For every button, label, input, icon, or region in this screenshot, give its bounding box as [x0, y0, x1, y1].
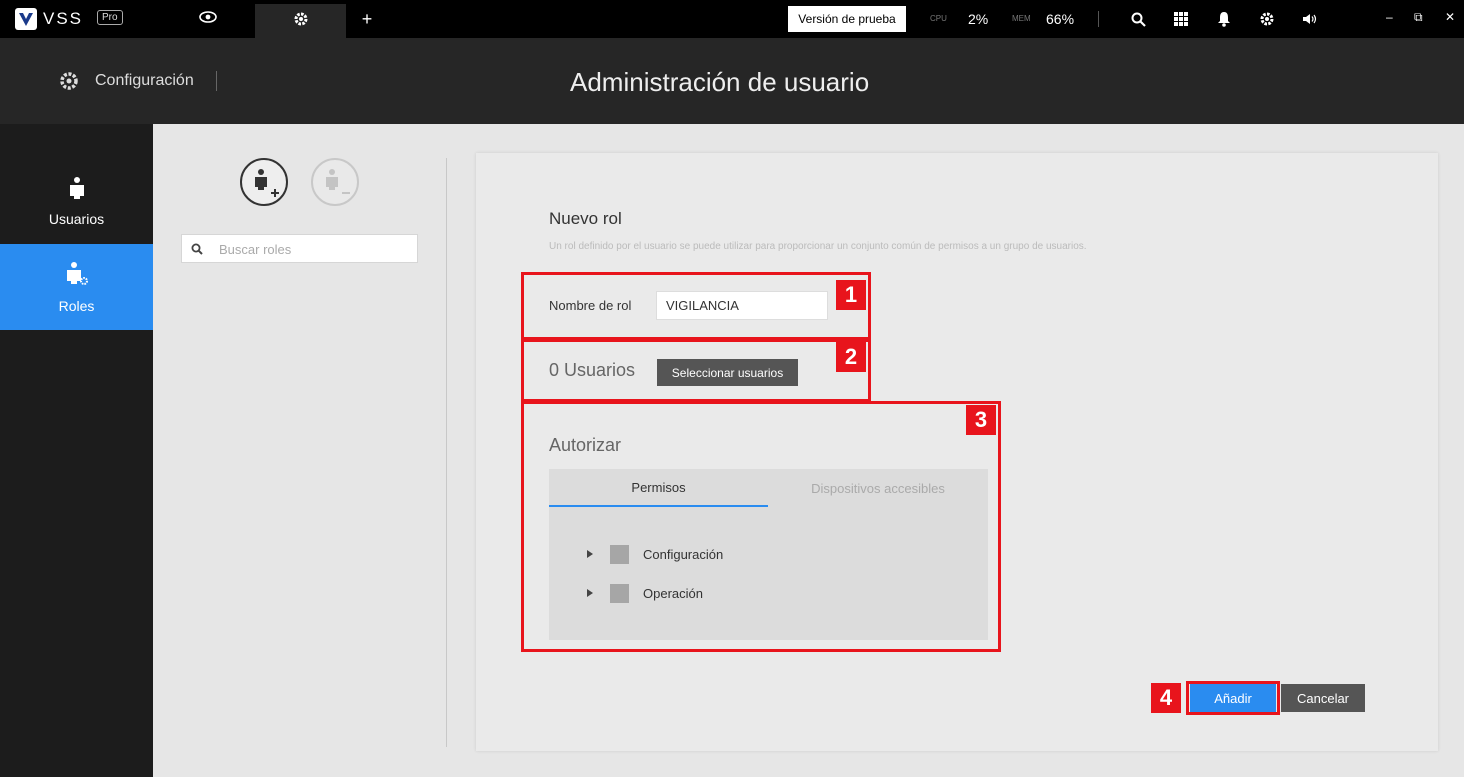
- page-header: Configuración Administración de usuario: [0, 38, 1464, 124]
- user-gear-icon: [64, 261, 90, 290]
- eye-icon: [199, 10, 217, 28]
- trial-version-button[interactable]: Versión de prueba: [788, 6, 906, 32]
- cancel-button[interactable]: Cancelar: [1281, 684, 1365, 712]
- callout-badge-4: 4: [1151, 683, 1181, 713]
- vivotek-logo-icon: [15, 8, 37, 30]
- form-description: Un rol definido por el usuario se puede …: [549, 241, 1087, 252]
- cpu-label: CPU: [930, 14, 947, 23]
- callout-badge-1: 1: [836, 280, 866, 310]
- volume-icon[interactable]: [1300, 9, 1320, 29]
- close-button[interactable]: ✕: [1445, 10, 1455, 24]
- form-title: Nuevo rol: [549, 209, 622, 228]
- bell-icon[interactable]: [1214, 9, 1234, 29]
- mem-label: MEM: [1012, 14, 1031, 23]
- sidebar-item-label: Roles: [58, 297, 95, 314]
- add-role-icon: [247, 163, 281, 202]
- divider: [1098, 11, 1099, 27]
- cpu-value: 2%: [968, 11, 989, 27]
- callout-box-3: [521, 401, 1001, 652]
- callout-box-1: [521, 272, 871, 340]
- role-search-box: [181, 234, 418, 263]
- tab-settings[interactable]: [255, 4, 346, 38]
- gear-icon[interactable]: [1257, 9, 1277, 29]
- callout-badge-2: 2: [836, 342, 866, 372]
- role-search-input[interactable]: [219, 239, 409, 259]
- callout-badge-3: 3: [966, 405, 996, 435]
- add-role-button[interactable]: [240, 158, 288, 206]
- callout-box-4: [1186, 681, 1280, 715]
- restore-button[interactable]: ⧉: [1414, 10, 1423, 25]
- user-icon: [67, 176, 87, 203]
- top-bar: VSS Pro + Versión de prueba CPU 2% MEM 6…: [0, 0, 1464, 38]
- grid-icon[interactable]: [1171, 9, 1191, 29]
- sidebar-item-users[interactable]: Usuarios: [0, 158, 153, 244]
- divider: [446, 158, 447, 747]
- remove-role-icon: [318, 163, 352, 202]
- add-tab-button[interactable]: +: [352, 0, 382, 38]
- search-icon: [191, 242, 203, 260]
- minimize-button[interactable]: –: [1386, 10, 1393, 24]
- settings-gear-icon: [58, 70, 80, 97]
- page-title: Administración de usuario: [570, 67, 870, 97]
- mem-value: 66%: [1046, 11, 1075, 27]
- callout-box-2: [521, 339, 871, 402]
- tab-liveview[interactable]: [175, 0, 241, 38]
- breadcrumb-section: Configuración: [95, 72, 194, 89]
- app-name: VSS: [43, 9, 84, 28]
- pro-badge: Pro: [97, 10, 123, 25]
- sidebar-item-roles[interactable]: Roles: [0, 244, 153, 330]
- sidebar-item-label: Usuarios: [48, 210, 105, 227]
- sidebar: Usuarios Roles: [0, 124, 153, 777]
- divider: [216, 71, 217, 91]
- delete-role-button[interactable]: [311, 158, 359, 206]
- search-icon[interactable]: [1128, 9, 1148, 29]
- gear-icon: [293, 11, 309, 32]
